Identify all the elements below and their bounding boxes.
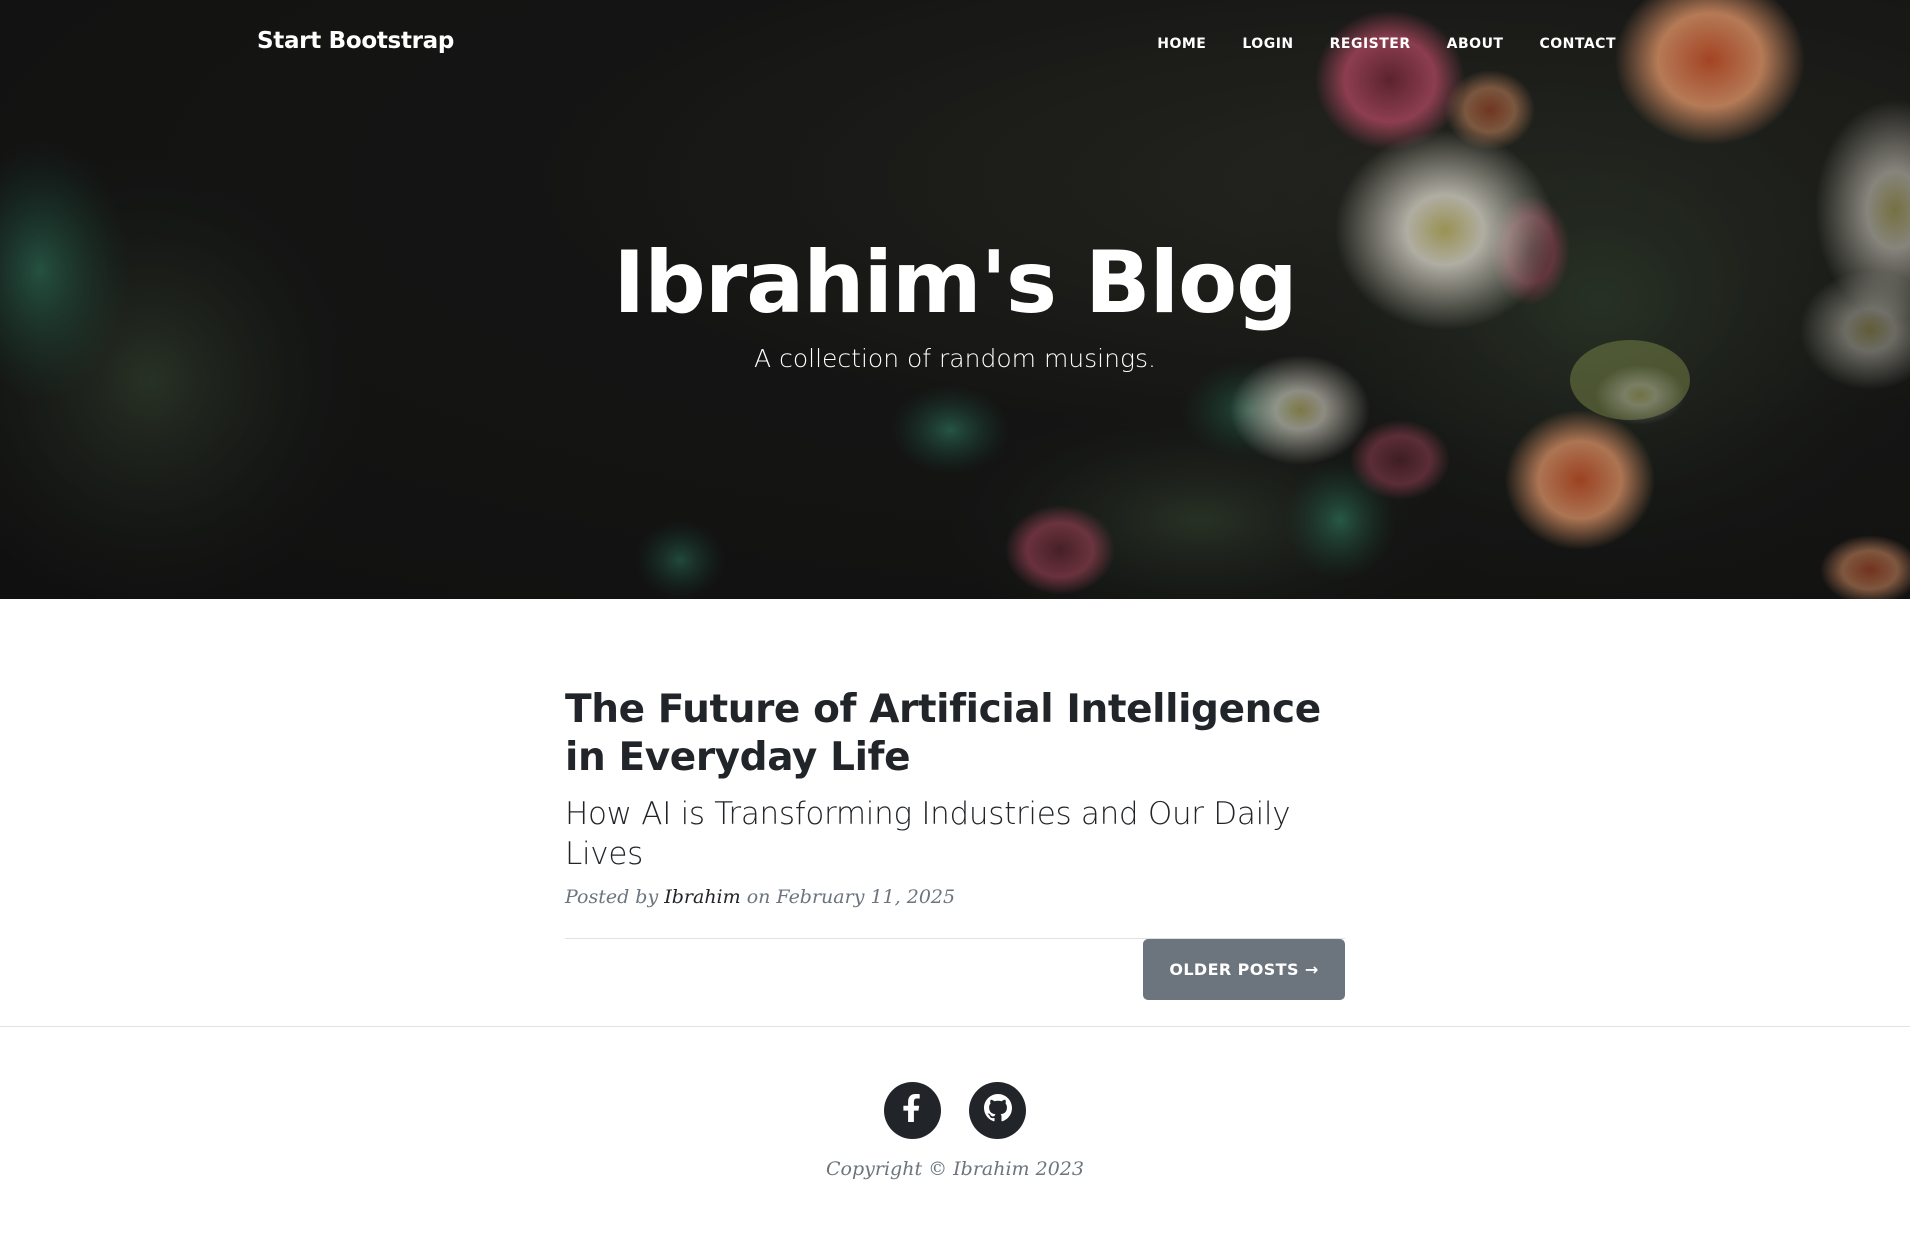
nav-links: HOME LOGIN REGISTER ABOUT CONTACT xyxy=(1157,36,1616,52)
brand-link[interactable]: Start Bootstrap xyxy=(257,28,454,54)
social-links xyxy=(0,1082,1910,1139)
post-subtitle: How AI is Transforming Industries and Ou… xyxy=(565,796,1291,872)
post-meta: Posted by Ibrahim on February 11, 2025 xyxy=(565,886,1345,908)
site-heading: Ibrahim's Blog A collection of random mu… xyxy=(0,232,1910,376)
post-meta-prefix: Posted by xyxy=(565,886,659,908)
nav-link-about[interactable]: ABOUT xyxy=(1447,36,1504,52)
copyright-text: Copyright © Ibrahim 2023 xyxy=(826,1158,1084,1180)
post-title-link[interactable]: The Future of Artificial Intelligence in… xyxy=(565,686,1345,782)
post-list: The Future of Artificial Intelligence in… xyxy=(565,686,1345,1000)
site-title: Ibrahim's Blog xyxy=(613,233,1297,333)
nav-link-register[interactable]: REGISTER xyxy=(1330,36,1411,52)
post-author-link[interactable]: Ibrahim xyxy=(664,886,740,908)
footer-divider xyxy=(0,1026,1910,1027)
post-preview: The Future of Artificial Intelligence in… xyxy=(565,686,1345,908)
site-subtitle: A collection of random musings. xyxy=(754,344,1156,373)
github-link[interactable] xyxy=(969,1082,1026,1139)
nav-link-login[interactable]: LOGIN xyxy=(1242,36,1293,52)
nav-link-home[interactable]: HOME xyxy=(1157,36,1206,52)
navbar: Start Bootstrap HOME LOGIN REGISTER ABOU… xyxy=(0,0,1910,92)
facebook-link[interactable] xyxy=(884,1082,941,1139)
facebook-icon xyxy=(901,1094,925,1127)
nav-link-contact[interactable]: CONTACT xyxy=(1539,36,1616,52)
post-meta-date: on February 11, 2025 xyxy=(746,886,956,908)
masthead: Start Bootstrap HOME LOGIN REGISTER ABOU… xyxy=(0,0,1910,599)
github-icon xyxy=(983,1094,1012,1127)
older-posts-button[interactable]: OLDER POSTS → xyxy=(1143,939,1345,1000)
